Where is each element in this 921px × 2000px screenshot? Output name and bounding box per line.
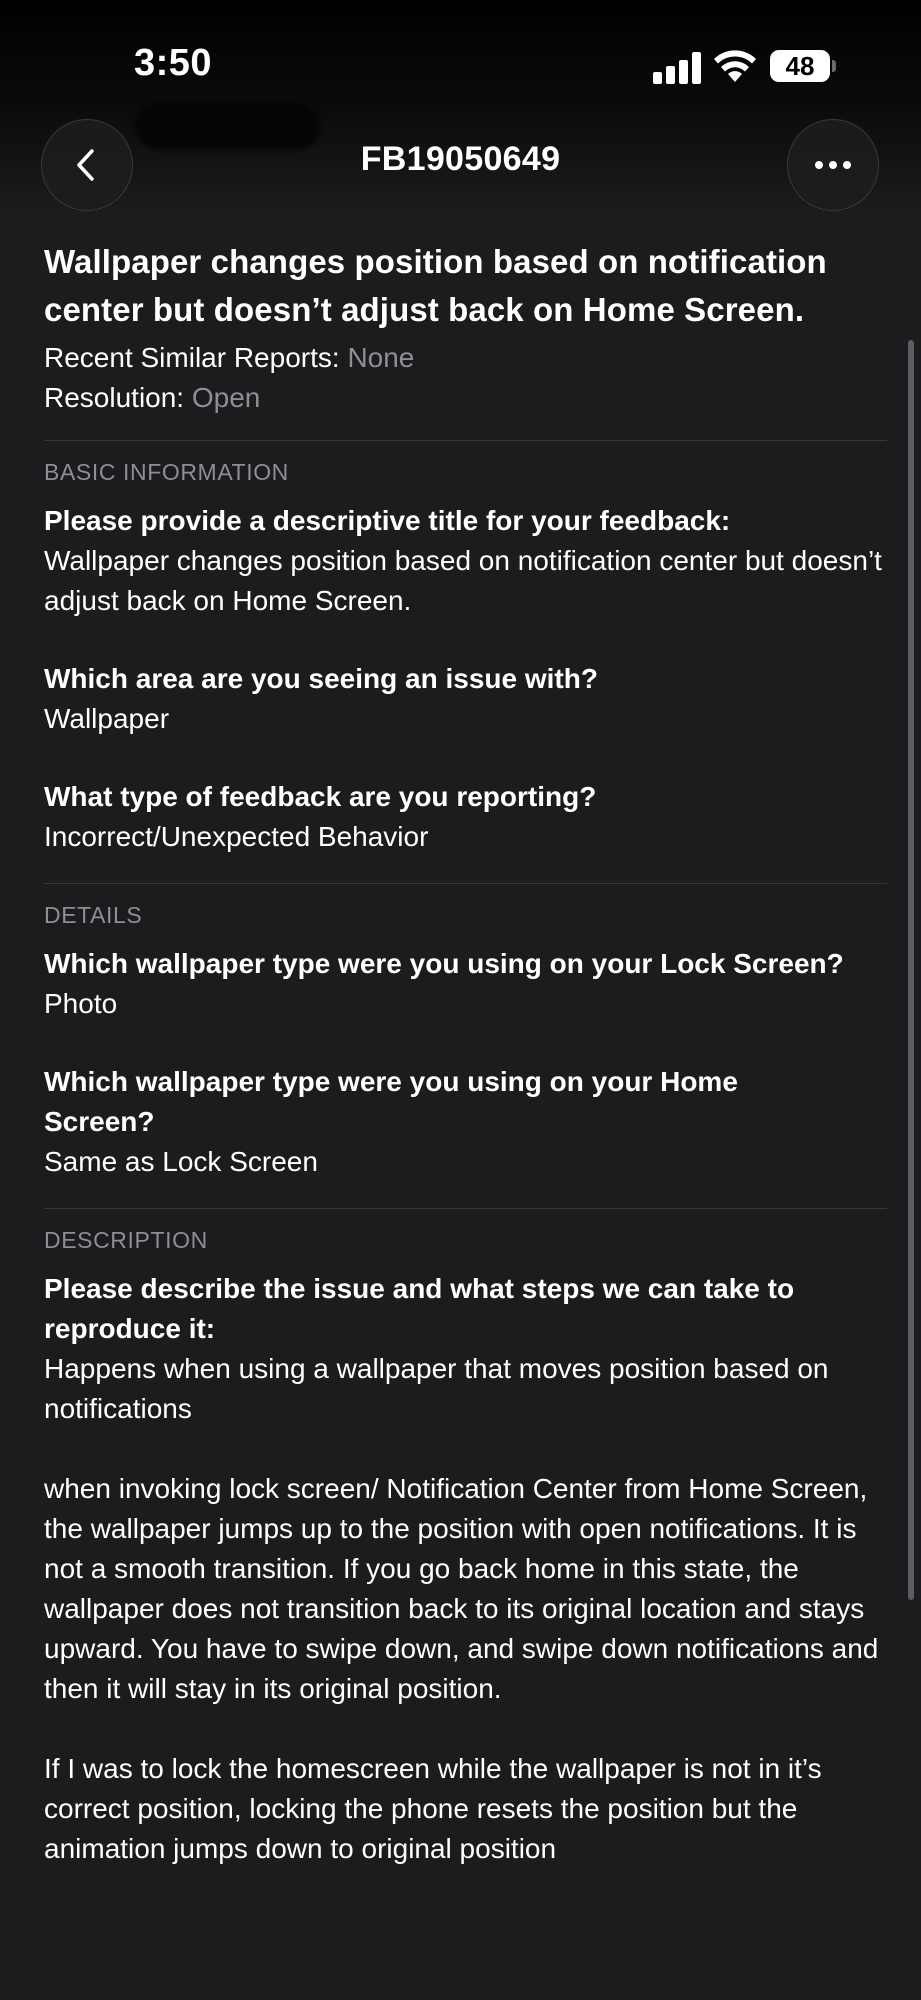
section-header-details: DETAILS	[44, 902, 143, 928]
section-header-description: DESCRIPTION	[44, 1227, 208, 1253]
similar-reports-row: Recent Similar Reports: None	[44, 338, 890, 378]
question-description: Please describe the issue and what steps…	[44, 1273, 795, 1344]
signal-icon	[653, 50, 701, 84]
resolution-label: Resolution:	[44, 382, 192, 413]
divider	[44, 440, 887, 441]
feedback-detail-screen: 3:50 48 FB19050649 Wallpaper changes pos…	[0, 0, 921, 2000]
header-backdrop	[0, 0, 921, 215]
battery-tip	[832, 60, 836, 72]
description-paragraph: If I was to lock the homescreen while th…	[44, 1753, 822, 1864]
battery-icon: 48	[770, 50, 830, 82]
wifi-icon	[714, 50, 756, 82]
status-time: 3:50	[134, 42, 213, 84]
nav-title: FB19050649	[360, 140, 561, 178]
battery-level: 48	[785, 50, 815, 81]
description-paragraph: Happens when using a wallpaper that move…	[44, 1353, 829, 1424]
question-feedback-type: What type of feedback are you reporting?	[44, 781, 597, 812]
resolution-value: Open	[191, 382, 261, 413]
answer-title: Wallpaper changes position based on noti…	[44, 545, 882, 616]
answer-feedback-type: Incorrect/Unexpected Behavior	[44, 821, 429, 852]
answer-home-screen-wallpaper: Same as Lock Screen	[44, 1146, 318, 1177]
report-title: Wallpaper changes position based on noti…	[44, 243, 827, 328]
section-header-basic: BASIC INFORMATION	[44, 459, 289, 485]
similar-reports-label: Recent Similar Reports:	[44, 342, 348, 373]
scrollbar[interactable]	[908, 340, 914, 1600]
similar-reports-value: None	[347, 342, 415, 373]
divider	[44, 883, 887, 884]
question-title: Please provide a descriptive title for y…	[44, 505, 731, 536]
question-home-screen-wallpaper: Which wallpaper type were you using on y…	[44, 1066, 738, 1137]
question-area: Which area are you seeing an issue with?	[44, 663, 598, 694]
description-paragraph: when invoking lock screen/ Notification …	[44, 1473, 879, 1704]
more-options-button[interactable]	[787, 119, 879, 211]
resolution-row: Resolution: Open	[44, 378, 890, 418]
answer-lock-screen-wallpaper: Photo	[44, 988, 118, 1019]
answer-area: Wallpaper	[44, 703, 170, 734]
question-lock-screen-wallpaper: Which wallpaper type were you using on y…	[44, 948, 844, 979]
report-content: Wallpaper changes position based on noti…	[44, 238, 890, 1869]
divider	[44, 1208, 887, 1209]
ellipsis-icon	[815, 161, 851, 169]
